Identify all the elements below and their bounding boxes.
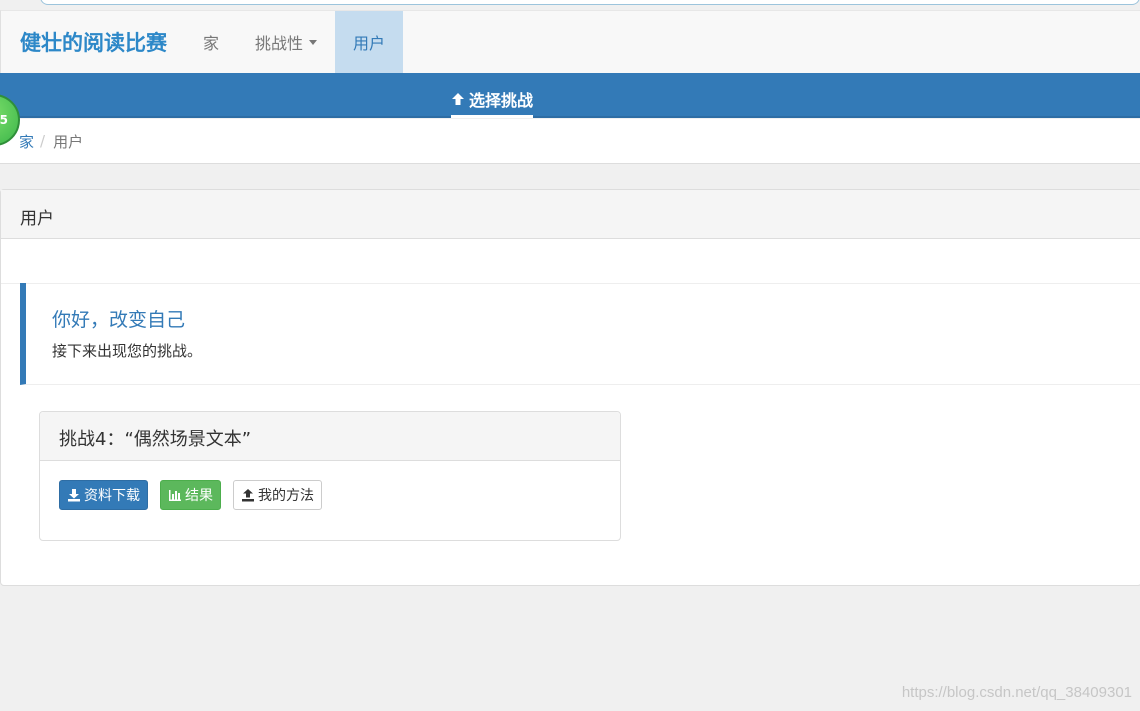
nav-item-home[interactable]: 家: [185, 11, 237, 73]
download-button[interactable]: 资料下载: [59, 480, 148, 510]
download-button-label: 资料下载: [84, 488, 140, 504]
bar-chart-icon: [169, 490, 181, 501]
watermark-url: https://blog.csdn.net/qq_38409301: [901, 684, 1132, 701]
panel-title: 用户: [1, 190, 1140, 239]
window-top-edge: [0, 0, 1140, 8]
breadcrumb-separator: /: [40, 132, 46, 150]
callout-text: 接下来出现您的挑战。: [52, 342, 203, 360]
welcome-callout: 你好，改变自己 接下来出现您的挑战。: [20, 283, 1140, 385]
my-method-button-label: 我的方法: [258, 488, 314, 504]
callout-title: 你好，改变自己: [52, 309, 186, 331]
results-button-label: 结果: [185, 488, 213, 504]
challenge-card: 挑战4：“偶然场景文本” 资料下载 结果 我的方法: [39, 411, 621, 541]
my-method-button[interactable]: 我的方法: [233, 480, 322, 510]
nav-item-user[interactable]: 用户: [335, 11, 404, 73]
select-challenge-label: 选择挑战: [469, 91, 534, 110]
score-badge[interactable]: 65: [0, 94, 22, 146]
top-navbar: 健壮的阅读比赛 家 挑战性 用户: [0, 10, 1140, 73]
challenge-title: 挑战4：“偶然场景文本”: [40, 412, 620, 461]
arrow-up-icon: [452, 93, 464, 105]
upload-icon: [242, 489, 254, 502]
score-badge-value: 65: [0, 94, 20, 146]
caret-down-icon: [309, 39, 318, 45]
results-button[interactable]: 结果: [160, 480, 221, 510]
sub-navbar: 选择挑战: [0, 73, 1140, 118]
nav-item-challenges[interactable]: 挑战性: [237, 11, 335, 73]
nav-item-challenges-label: 挑战性: [255, 34, 304, 53]
breadcrumb: 家 / 用户: [0, 119, 1140, 164]
download-icon: [68, 489, 80, 502]
brand-logo[interactable]: 健壮的阅读比赛: [1, 11, 185, 73]
select-challenge-link[interactable]: 选择挑战: [451, 87, 534, 118]
challenge-actions: 资料下载 结果 我的方法: [40, 461, 620, 529]
breadcrumb-current: 用户: [53, 132, 84, 151]
user-panel: 用户 你好，改变自己 接下来出现您的挑战。 挑战4：“偶然场景文本” 资料下载: [0, 189, 1140, 586]
